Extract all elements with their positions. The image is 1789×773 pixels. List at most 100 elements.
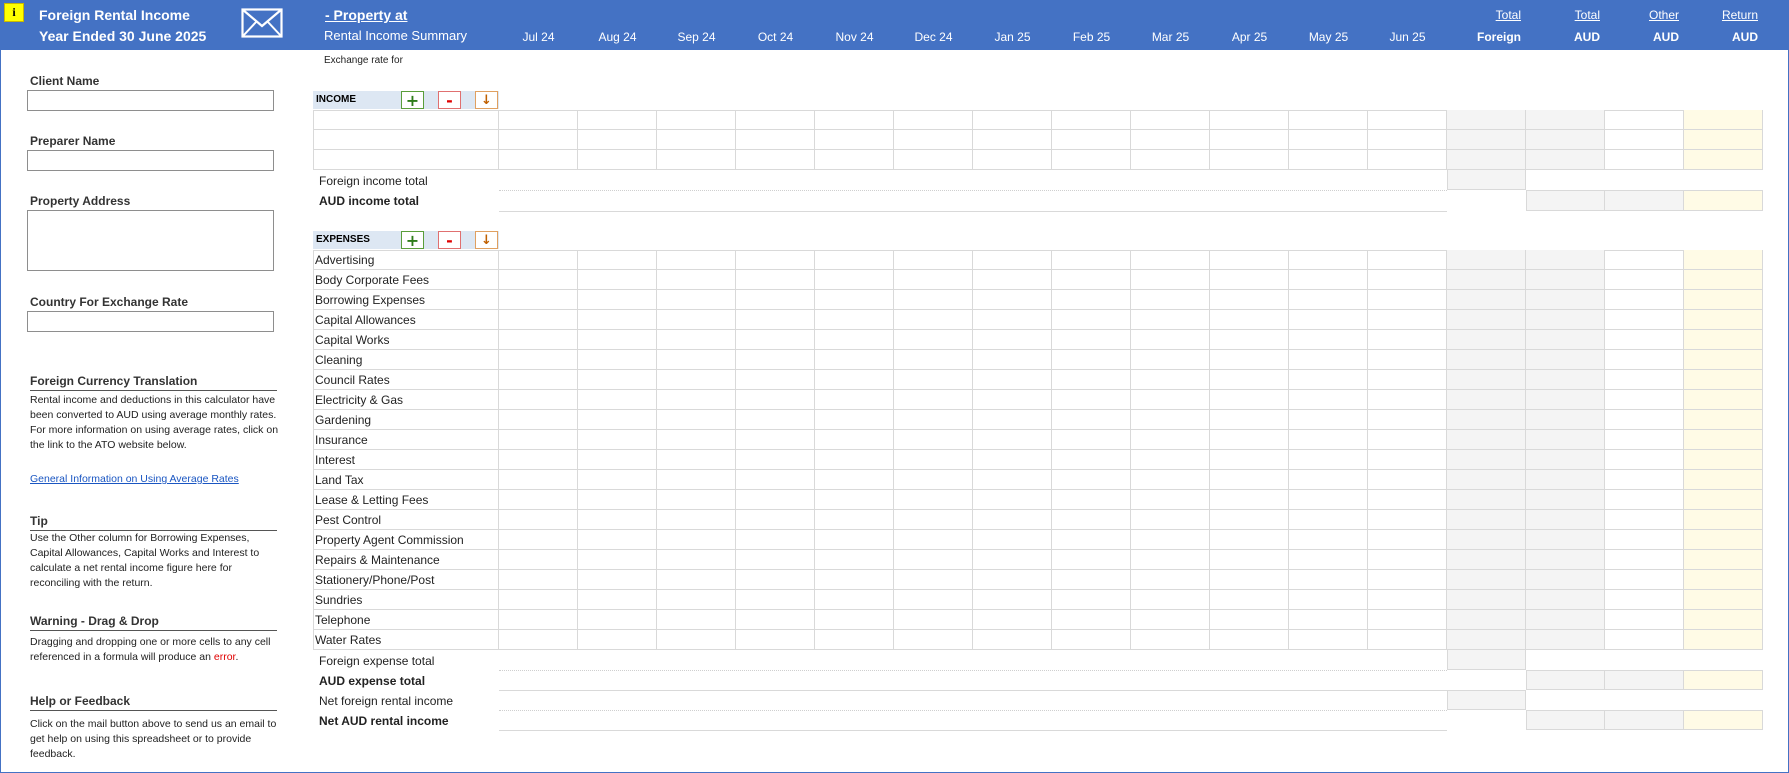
grid-cell[interactable] [736,290,815,310]
net-aud-income-cell[interactable] [1526,710,1605,730]
grid-cell[interactable] [1052,150,1131,170]
grid-cell[interactable] [657,390,736,410]
grid-cell[interactable] [1210,590,1289,610]
grid-cell[interactable] [1131,510,1210,530]
grid-cell[interactable] [1289,410,1368,430]
grid-cell[interactable] [1605,130,1684,150]
grid-cell[interactable] [578,110,657,130]
grid-cell[interactable] [1605,530,1684,550]
sort-expense-button[interactable]: ↓ [475,231,498,249]
grid-cell[interactable] [1368,250,1447,270]
grid-cell[interactable] [973,590,1052,610]
grid-cell[interactable] [1526,330,1605,350]
grid-cell[interactable] [1526,110,1605,130]
grid-cell[interactable] [1052,110,1131,130]
foreign-expense-total-cell[interactable] [1447,650,1526,670]
grid-cell[interactable] [1368,510,1447,530]
summary-column-link[interactable]: Total [1442,8,1521,22]
other-expense-total-cell[interactable] [1605,670,1684,690]
grid-cell[interactable] [1289,550,1368,570]
grid-cell[interactable] [657,410,736,430]
grid-cell[interactable] [894,450,973,470]
grid-cell[interactable] [894,550,973,570]
grid-cell[interactable] [578,350,657,370]
grid-cell[interactable] [894,150,973,170]
grid-cell[interactable] [1605,550,1684,570]
grid-cell[interactable] [1052,410,1131,430]
return-net-income-cell[interactable] [1684,710,1763,730]
aud-income-total-cell[interactable] [1526,190,1605,211]
other-income-total-cell[interactable] [1605,190,1684,211]
grid-cell[interactable] [736,390,815,410]
grid-cell[interactable] [1684,630,1763,650]
grid-cell[interactable] [815,550,894,570]
grid-cell[interactable] [1131,610,1210,630]
grid-cell[interactable] [1131,390,1210,410]
grid-cell[interactable] [1684,510,1763,530]
grid-cell[interactable] [736,450,815,470]
grid-cell[interactable] [894,310,973,330]
grid-cell[interactable] [736,270,815,290]
grid-cell[interactable] [973,150,1052,170]
grid-cell[interactable] [1052,330,1131,350]
grid-cell[interactable] [578,450,657,470]
grid-cell[interactable] [973,470,1052,490]
grid-cell[interactable] [657,610,736,630]
grid-cell[interactable] [499,270,578,290]
grid-cell[interactable] [1289,590,1368,610]
grid-cell[interactable] [1684,490,1763,510]
grid-cell[interactable] [1605,150,1684,170]
grid-cell[interactable] [1447,270,1526,290]
grid-cell[interactable] [1526,490,1605,510]
grid-cell[interactable] [736,110,815,130]
grid-cell[interactable] [657,270,736,290]
grid-cell[interactable] [894,270,973,290]
grid-cell[interactable] [1684,470,1763,490]
grid-cell[interactable] [815,590,894,610]
grid-cell[interactable] [1052,270,1131,290]
grid-cell[interactable] [1684,290,1763,310]
grid-cell[interactable] [736,630,815,650]
grid-cell[interactable] [736,530,815,550]
grid-cell[interactable] [1210,270,1289,290]
grid-cell[interactable] [1684,130,1763,150]
grid-cell[interactable] [815,510,894,530]
grid-cell[interactable] [815,470,894,490]
grid-cell[interactable] [736,350,815,370]
grid-cell[interactable] [1605,450,1684,470]
grid-cell[interactable] [578,150,657,170]
grid-cell[interactable] [1605,110,1684,130]
grid-cell[interactable] [1131,410,1210,430]
grid-cell[interactable] [1605,350,1684,370]
grid-cell[interactable] [1131,530,1210,550]
grid-cell[interactable] [1605,310,1684,330]
grid-cell[interactable] [1447,350,1526,370]
grid-cell[interactable] [1684,370,1763,390]
grid-cell[interactable] [1131,550,1210,570]
grid-cell[interactable] [499,510,578,530]
grid-cell[interactable] [1447,590,1526,610]
grid-cell[interactable] [1210,570,1289,590]
grid-cell[interactable] [578,390,657,410]
grid-cell[interactable] [1447,550,1526,570]
grid-cell[interactable] [815,270,894,290]
grid-cell[interactable] [1289,630,1368,650]
grid-cell[interactable] [657,290,736,310]
grid-cell[interactable] [657,630,736,650]
grid-cell[interactable] [1447,310,1526,330]
grid-cell[interactable] [1289,130,1368,150]
grid-cell[interactable] [499,430,578,450]
grid-cell[interactable] [973,550,1052,570]
grid-cell[interactable] [657,130,736,150]
grid-cell[interactable] [1605,410,1684,430]
grid-cell[interactable] [1526,510,1605,530]
grid-cell[interactable] [1289,450,1368,470]
grid-cell[interactable] [1368,310,1447,330]
grid-cell[interactable] [578,310,657,330]
grid-cell[interactable] [578,550,657,570]
grid-cell[interactable] [1368,590,1447,610]
grid-cell[interactable] [1052,350,1131,370]
grid-cell[interactable] [815,610,894,630]
grid-cell[interactable] [1526,590,1605,610]
grid-cell[interactable] [815,570,894,590]
